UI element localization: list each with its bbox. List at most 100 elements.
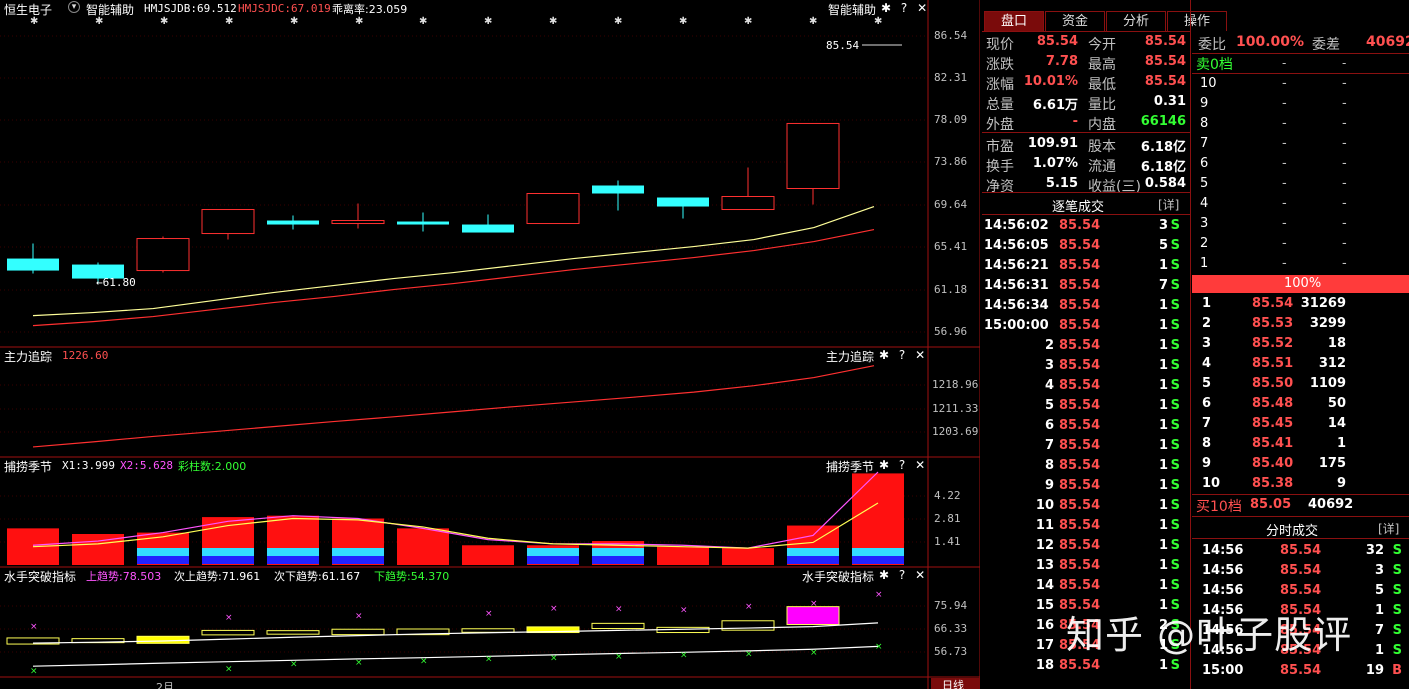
season-cyan-band <box>137 548 189 556</box>
trade-time: 6 <box>1044 418 1054 433</box>
green-cross-icon: × <box>550 653 558 663</box>
quote-value-1: 10.01% <box>1023 74 1078 89</box>
kline-chart-area[interactable]: ✱ ✱ ✱ ✱ ✱ ✱ ✱ ✱ ✱ ✱ ✱ ✱ ✱ ✱ × × × × × × × × × × × × × × × × × × × × × × <box>0 0 980 689</box>
buy-row: 6 85.48 50 <box>1196 396 1406 416</box>
buy-level: 10 <box>1202 476 1221 491</box>
buy-level: 6 <box>1202 396 1212 411</box>
trade-side: S <box>1170 278 1180 293</box>
quote-label-2: 内盘 <box>1088 117 1116 133</box>
quote-value-1: 109.91 <box>1027 136 1078 151</box>
panel3-count: 彩柱数:2.000 <box>178 460 247 473</box>
sell-level: 4 <box>1200 196 1209 211</box>
quote-value-1: 5.15 <box>1045 176 1078 191</box>
close-icon[interactable]: ✕ <box>915 348 925 362</box>
trade-volume: 1 <box>1158 518 1168 533</box>
buy-total-label: 买10档 <box>1196 499 1242 515</box>
help-icon[interactable]: ? <box>899 568 905 582</box>
trade-volume: 1 <box>1158 478 1168 493</box>
trade-time: 11 <box>1035 518 1054 533</box>
gear-icon[interactable]: ✱ <box>879 348 889 362</box>
help-icon[interactable]: ? <box>899 458 905 472</box>
tab-operation[interactable]: 操作 <box>1167 11 1227 31</box>
trade-time: 9 <box>1044 478 1054 493</box>
sell-level: 5 <box>1200 176 1209 191</box>
trade-price: 85.54 <box>1059 258 1101 273</box>
buy-price: 85.54 <box>1252 296 1294 311</box>
period-label[interactable]: 日线 <box>942 677 964 689</box>
close-icon[interactable]: ✕ <box>917 1 927 15</box>
trade-time: 17 <box>1035 638 1054 653</box>
minute-trade-price: 85.54 <box>1280 543 1322 558</box>
minute-trades-detail[interactable]: [详] <box>1378 520 1399 537</box>
buy-row: 2 85.53 3299 <box>1196 316 1406 336</box>
quote-row: 换手 1.07% 流通 6.18亿 <box>986 155 1186 175</box>
season-bar <box>397 528 449 565</box>
season-blue-band <box>267 556 319 564</box>
trade-time: 15:00:00 <box>984 318 1049 333</box>
sell-price: - <box>1282 136 1287 151</box>
minute-trade-side: S <box>1392 643 1402 658</box>
trade-side: S <box>1170 258 1180 273</box>
deviation-rate: 乖离率:23.059 <box>332 3 408 16</box>
minute-trade-volume: 1 <box>1374 643 1384 658</box>
quote-label-2: 最低 <box>1088 77 1116 93</box>
season-cyan-band <box>332 548 384 556</box>
trade-row: 14:56:21 85.54 1 S <box>984 258 1184 278</box>
tab-funds[interactable]: 资金 <box>1045 11 1105 31</box>
sell-row: 1 - - <box>1196 256 1406 276</box>
panel2-tick-label: 1218.96 <box>932 378 979 391</box>
close-icon[interactable]: ✕ <box>915 458 925 472</box>
price-tick-label: 69.64 <box>934 198 968 211</box>
sell-level: 1 <box>1200 256 1209 271</box>
trade-price: 85.54 <box>1059 438 1101 453</box>
sell-volume: - <box>1342 96 1347 111</box>
ratio-label: 委比 <box>1198 37 1226 53</box>
trade-row: 11 85.54 1 S <box>984 518 1184 538</box>
buy-row: 7 85.45 14 <box>1196 416 1406 436</box>
panel4-title: 水手突破指标 <box>802 570 875 584</box>
close-icon[interactable]: ✕ <box>915 568 925 582</box>
green-cross-icon: × <box>875 642 883 652</box>
trade-time: 12 <box>1035 538 1054 553</box>
sell-row: 10 - - <box>1196 76 1406 96</box>
sailor-box <box>461 628 515 633</box>
sell-row: 5 - - <box>1196 176 1406 196</box>
help-icon[interactable]: ? <box>899 348 905 362</box>
trade-row: 10 85.54 1 S <box>984 498 1184 518</box>
panel4-name: 水手突破指标 <box>4 570 77 584</box>
indicator-name[interactable]: 智能辅助 <box>86 1 134 18</box>
sell-price: - <box>1282 116 1287 131</box>
buy-row: 8 85.41 1 <box>1196 436 1406 456</box>
trade-price: 85.54 <box>1059 498 1101 513</box>
tab-pankou[interactable]: 盘口 <box>984 11 1044 31</box>
trade-row: 3 85.54 1 S <box>984 358 1184 378</box>
sell-price: - <box>1282 176 1287 191</box>
sell-row: 6 - - <box>1196 156 1406 176</box>
trade-price: 85.54 <box>1059 298 1101 313</box>
season-blue-band <box>332 556 384 564</box>
quote-value-1: 6.61万 <box>1032 98 1078 113</box>
diff-label: 委差 <box>1312 37 1340 53</box>
sell-row: 3 - - <box>1196 216 1406 236</box>
stock-name: 恒生电子 <box>4 3 53 17</box>
candle-body-down <box>462 224 514 233</box>
magenta-cross-icon: × <box>875 590 883 600</box>
gear-icon[interactable]: ✱ <box>879 568 889 582</box>
gear-icon[interactable]: ✱ <box>881 1 891 15</box>
hmjsjdb-value: HMJSJDB:69.512 <box>144 2 237 15</box>
price-tick-label: 56.96 <box>934 325 968 338</box>
buy-row: 9 85.40 175 <box>1196 456 1406 476</box>
trade-volume: 3 <box>1158 218 1168 233</box>
trade-time: 13 <box>1035 558 1054 573</box>
gear-icon[interactable]: ✱ <box>879 458 889 472</box>
sell-row: 8 - - <box>1196 116 1406 136</box>
quote-label-1: 现价 <box>986 37 1014 53</box>
indicator-dropdown-icon[interactable]: ▾ <box>68 1 80 13</box>
help-icon[interactable]: ? <box>901 1 907 15</box>
season-blue-band <box>527 556 579 564</box>
main-panel-header: 恒生电子 <box>4 1 52 18</box>
panel4-tick-label: 75.94 <box>934 599 968 612</box>
magenta-cross-icon: × <box>745 602 753 612</box>
trade-list-detail[interactable]: [详] <box>1158 196 1179 213</box>
tab-analysis[interactable]: 分析 <box>1106 11 1166 31</box>
